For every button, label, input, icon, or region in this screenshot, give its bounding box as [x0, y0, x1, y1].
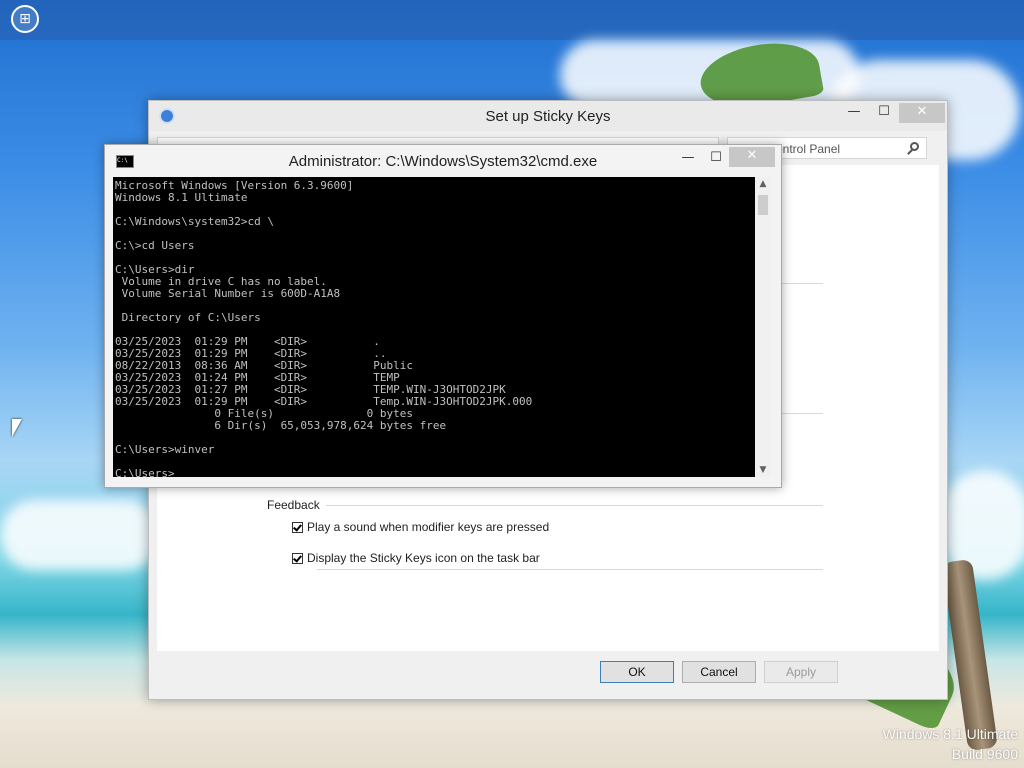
checkbox-checked-icon[interactable]: [292, 521, 303, 533]
feedback-group-label: Feedback: [267, 498, 326, 512]
scroll-thumb[interactable]: [758, 195, 768, 215]
feedback-divider: [317, 569, 823, 570]
option-label: Display the Sticky Keys icon on the task…: [307, 551, 540, 565]
cancel-button[interactable]: Cancel: [682, 661, 756, 683]
cmd-window: C:\ Administrator: C:\Windows\System32\c…: [104, 144, 782, 488]
cloud-decoration: [0, 500, 160, 570]
apply-button[interactable]: Apply: [764, 661, 838, 683]
option-label: Play a sound when modifier keys are pres…: [307, 520, 550, 534]
sticky-keys-title: Set up Sticky Keys: [485, 108, 611, 125]
sticky-keys-titlebar[interactable]: Set up Sticky Keys — ☐ ✕: [149, 101, 947, 131]
minimize-icon[interactable]: —: [673, 149, 703, 169]
maximize-icon[interactable]: ☐: [869, 103, 899, 123]
ok-button[interactable]: OK: [600, 661, 674, 683]
cmd-titlebar[interactable]: C:\ Administrator: C:\Windows\System32\c…: [105, 145, 781, 175]
option-play-sound[interactable]: Play a sound when modifier keys are pres…: [292, 519, 549, 535]
dialog-footer: OK Cancel Apply: [157, 651, 939, 691]
os-edition-watermark: Windows 8.1 Ultimate: [882, 726, 1018, 742]
scroll-up-icon[interactable]: ▲: [755, 177, 771, 191]
palm-trunk-decoration: [941, 558, 999, 752]
desktop-top-bar: [0, 0, 1024, 40]
cmd-output: Microsoft Windows [Version 6.3.9600] Win…: [115, 179, 533, 478]
checkbox-checked-icon[interactable]: [292, 552, 303, 564]
divider: [267, 505, 823, 506]
option-show-icon[interactable]: Display the Sticky Keys icon on the task…: [292, 550, 540, 566]
minimize-icon[interactable]: —: [839, 103, 869, 123]
scroll-down-icon[interactable]: ▼: [755, 463, 771, 477]
search-icon[interactable]: [910, 142, 919, 151]
vertical-scrollbar[interactable]: ▲ ▼: [755, 177, 771, 477]
maximize-icon[interactable]: ☐: [701, 149, 731, 169]
mouse-pointer-icon: [12, 419, 22, 437]
close-icon[interactable]: ✕: [899, 103, 945, 123]
close-icon[interactable]: ✕: [729, 147, 775, 167]
windows-logo-icon[interactable]: ⊞: [11, 5, 39, 33]
os-build-watermark: Build 9600: [951, 746, 1018, 762]
cmd-console[interactable]: Microsoft Windows [Version 6.3.9600] Win…: [113, 177, 755, 477]
search-placeholder: ontrol Panel: [776, 142, 841, 156]
